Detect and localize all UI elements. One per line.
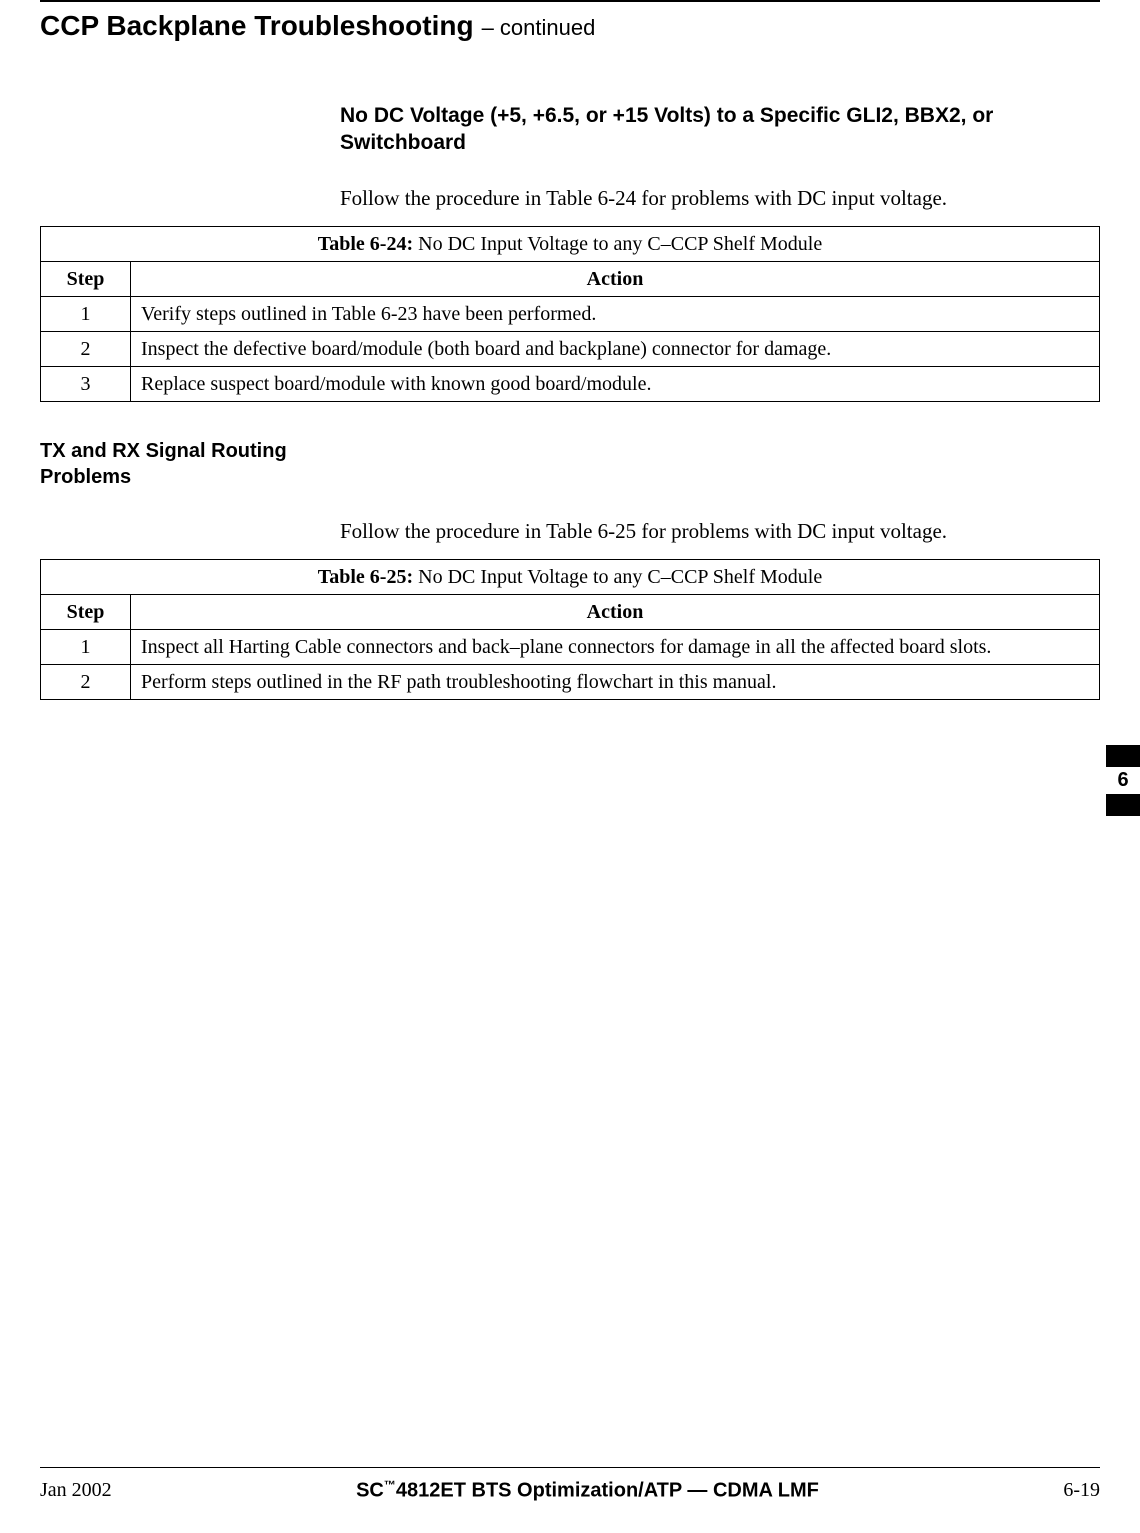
section-1-heading: No DC Voltage (+5, +6.5, or +15 Volts) t… xyxy=(340,102,1090,157)
tab-number: 6 xyxy=(1106,767,1140,794)
tab-top-box xyxy=(1106,745,1140,767)
page-header: CCP Backplane Troubleshooting – continue… xyxy=(40,10,1100,42)
table-caption-rest: No DC Input Voltage to any C–CCP Shelf M… xyxy=(413,566,822,588)
footer-page-number: 6-19 xyxy=(1063,1479,1100,1502)
table-caption-bold: Table 6-24: xyxy=(318,233,413,255)
section-2-intro-block: Follow the procedure in Table 6-25 for p… xyxy=(340,518,1090,545)
trademark-icon: ™ xyxy=(384,1478,396,1492)
footer-date: Jan 2002 xyxy=(40,1479,112,1502)
table-row: 1 Inspect all Harting Cable connectors a… xyxy=(41,630,1100,665)
table-row: 3 Replace suspect board/module with know… xyxy=(41,366,1100,401)
section-1-heading-block: No DC Voltage (+5, +6.5, or +15 Volts) t… xyxy=(340,102,1090,212)
step-cell: 3 xyxy=(41,366,131,401)
col-step-header: Step xyxy=(41,261,131,296)
col-step-header: Step xyxy=(41,595,131,630)
col-action-header: Action xyxy=(131,261,1100,296)
header-title: CCP Backplane Troubleshooting xyxy=(40,10,474,42)
table-6-24: Table 6-24: No DC Input Voltage to any C… xyxy=(40,226,1100,402)
action-cell: Replace suspect board/module with known … xyxy=(131,366,1100,401)
page: CCP Backplane Troubleshooting – continue… xyxy=(0,0,1140,1533)
section-2-side-heading: TX and RX Signal Routing Problems xyxy=(40,438,320,490)
step-cell: 2 xyxy=(41,665,131,700)
page-footer: Jan 2002 SC™4812ET BTS Optimization/ATP … xyxy=(40,1467,1100,1503)
footer-rule xyxy=(40,1467,1100,1468)
step-cell: 1 xyxy=(41,630,131,665)
top-rule xyxy=(40,0,1100,2)
step-cell: 2 xyxy=(41,331,131,366)
table-caption: Table 6-24: No DC Input Voltage to any C… xyxy=(41,226,1100,261)
footer-title-rest: 4812ET BTS Optimization/ATP — CDMA LMF xyxy=(396,1480,819,1502)
table-caption-rest: No DC Input Voltage to any C–CCP Shelf M… xyxy=(413,233,822,255)
action-cell: Inspect all Harting Cable connectors and… xyxy=(131,630,1100,665)
table-row: 2 Perform steps outlined in the RF path … xyxy=(41,665,1100,700)
step-cell: 1 xyxy=(41,296,131,331)
footer-row: Jan 2002 SC™4812ET BTS Optimization/ATP … xyxy=(40,1478,1100,1503)
tab-bottom-box xyxy=(1106,794,1140,816)
table-caption: Table 6-25: No DC Input Voltage to any C… xyxy=(41,560,1100,595)
table-caption-bold: Table 6-25: xyxy=(318,566,413,588)
table-row: 1 Verify steps outlined in Table 6-23 ha… xyxy=(41,296,1100,331)
footer-sc: SC xyxy=(356,1480,384,1502)
table-header-row: Step Action xyxy=(41,261,1100,296)
table-6-25: Table 6-25: No DC Input Voltage to any C… xyxy=(40,559,1100,700)
table-header-row: Step Action xyxy=(41,595,1100,630)
table-caption-row: Table 6-25: No DC Input Voltage to any C… xyxy=(41,560,1100,595)
header-continued: – continued xyxy=(482,15,596,41)
action-cell: Verify steps outlined in Table 6-23 have… xyxy=(131,296,1100,331)
footer-doc-title: SC™4812ET BTS Optimization/ATP — CDMA LM… xyxy=(356,1478,819,1503)
table-caption-row: Table 6-24: No DC Input Voltage to any C… xyxy=(41,226,1100,261)
action-cell: Perform steps outlined in the RF path tr… xyxy=(131,665,1100,700)
section-2-intro: Follow the procedure in Table 6-25 for p… xyxy=(340,518,1090,545)
section-1-intro: Follow the procedure in Table 6-24 for p… xyxy=(340,185,1090,212)
col-action-header: Action xyxy=(131,595,1100,630)
section-tab: 6 xyxy=(1106,745,1140,816)
table-row: 2 Inspect the defective board/module (bo… xyxy=(41,331,1100,366)
action-cell: Inspect the defective board/module (both… xyxy=(131,331,1100,366)
